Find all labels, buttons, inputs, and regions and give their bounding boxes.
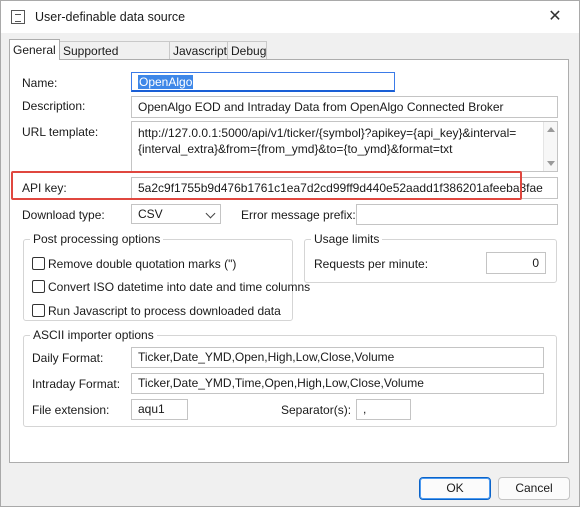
separator-label: Separator(s):: [281, 403, 352, 417]
convert-iso-label: Convert ISO datetime into date and time …: [48, 280, 311, 294]
file-extension-field[interactable]: aqu1: [131, 399, 188, 420]
requests-per-minute-label: Requests per minute:: [314, 257, 429, 271]
tab-supported-intervals[interactable]: Supported intervals: [59, 41, 170, 76]
requests-per-minute-field[interactable]: 0: [486, 252, 546, 274]
scroll-up-icon[interactable]: [547, 127, 555, 132]
intraday-format-field[interactable]: Ticker,Date_YMD,Time,Open,High,Low,Close…: [131, 373, 544, 394]
url-scrollbar[interactable]: [543, 122, 557, 171]
daily-format-field[interactable]: Ticker,Date_YMD,Open,High,Low,Close,Volu…: [131, 347, 544, 368]
description-label: Description:: [22, 99, 86, 113]
name-field[interactable]: OpenAlgo: [131, 72, 395, 92]
file-extension-label: File extension:: [32, 403, 110, 417]
ok-button[interactable]: OK: [419, 477, 491, 500]
usage-limits-title: Usage limits: [311, 232, 383, 246]
intraday-format-label: Intraday Format:: [32, 377, 121, 391]
tab-general[interactable]: General: [9, 39, 60, 60]
url-template-field[interactable]: http://127.0.0.1:5000/api/v1/ticker/{sym…: [131, 121, 558, 172]
url-template-label: URL template:: [22, 125, 99, 139]
error-prefix-field[interactable]: [356, 204, 558, 225]
remove-quotes-label: Remove double quotation marks ("): [48, 257, 237, 271]
run-javascript-label: Run Javascript to process downloaded dat…: [48, 304, 281, 318]
convert-iso-checkbox[interactable]: [32, 280, 45, 293]
title-bar: User-definable data source ✕: [1, 1, 579, 33]
scroll-down-icon[interactable]: [547, 161, 555, 166]
ascii-importer-title: ASCII importer options: [30, 328, 157, 342]
separator-field[interactable]: ,: [356, 399, 411, 420]
name-value: OpenAlgo: [138, 75, 194, 89]
tab-debug[interactable]: Debug: [227, 41, 267, 59]
remove-quotes-checkbox[interactable]: [32, 257, 45, 270]
download-type-label: Download type:: [22, 208, 105, 222]
dialog-window: User-definable data source ✕ General Sup…: [0, 0, 580, 507]
download-type-select[interactable]: CSV: [131, 204, 221, 224]
cancel-button[interactable]: Cancel: [498, 477, 570, 500]
run-javascript-checkbox[interactable]: [32, 304, 45, 317]
highlight-box: [11, 171, 522, 200]
app-icon: [11, 10, 25, 24]
daily-format-label: Daily Format:: [32, 351, 104, 365]
description-field[interactable]: OpenAlgo EOD and Intraday Data from Open…: [131, 96, 558, 118]
download-type-value: CSV: [138, 207, 163, 221]
window-title: User-definable data source: [35, 10, 186, 24]
close-icon[interactable]: ✕: [533, 1, 577, 33]
url-template-line-1: http://127.0.0.1:5000/api/v1/ticker/{sym…: [138, 126, 517, 140]
name-label: Name:: [22, 76, 58, 90]
error-prefix-label: Error message prefix:: [241, 208, 356, 222]
tab-javascript[interactable]: Javascript: [169, 41, 228, 59]
chevron-down-icon: [205, 208, 216, 219]
post-processing-title: Post processing options: [30, 232, 164, 246]
url-template-line-2: {interval_extra}&from={from_ymd}&to={to_…: [138, 142, 453, 156]
